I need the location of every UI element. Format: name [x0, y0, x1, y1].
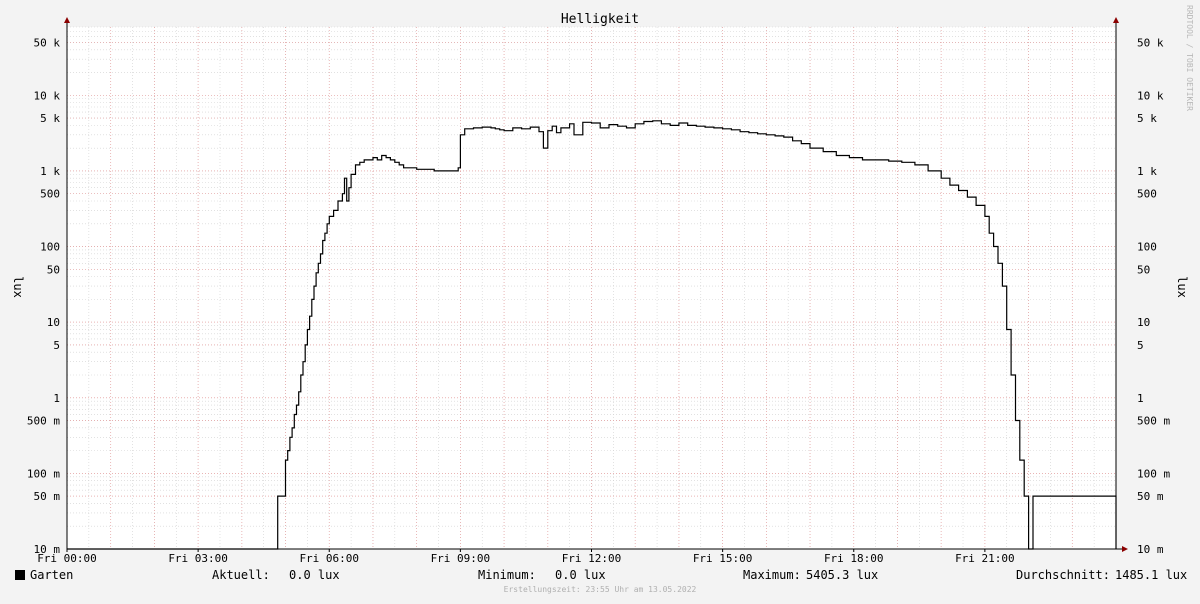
x-tick-label: Fri 06:00 [299, 552, 359, 565]
y-tick-label-left: 10 [47, 316, 60, 329]
x-tick-label: Fri 18:00 [824, 552, 884, 565]
y-tick-label-right: 10 [1137, 316, 1150, 329]
y-tick-label-right: 50 m [1137, 490, 1164, 503]
y-axis-arrow-left [64, 17, 70, 23]
legend-series-name: Garten [30, 568, 74, 582]
y-tick-label-right: 10 k [1137, 89, 1164, 102]
y-tick-label-left: 50 [47, 263, 60, 276]
x-tick-label: Fri 12:00 [562, 552, 622, 565]
x-tick-label: Fri 03:00 [168, 552, 228, 565]
y-tick-label-right: 1 k [1137, 165, 1157, 178]
x-tick-label: Fri 21:00 [955, 552, 1015, 565]
y-tick-label-right: 500 m [1137, 415, 1170, 428]
aktuell-value: 0.0 lux [289, 568, 340, 582]
durchschnitt-value: 1485.1 lux [1115, 568, 1188, 582]
y-tick-label-right: 1 [1137, 392, 1144, 405]
y-tick-label-right: 100 m [1137, 467, 1170, 480]
y-axis-label-right: lux [1175, 276, 1189, 298]
y-tick-label-right: 5 k [1137, 112, 1157, 125]
y-tick-label-right: 5 [1137, 339, 1144, 352]
y-tick-label-left: 50 k [34, 36, 61, 49]
y-tick-label-left: 5 k [40, 112, 60, 125]
y-tick-label-left: 10 k [34, 89, 61, 102]
y-tick-label-left: 1 k [40, 165, 60, 178]
y-tick-label-left: 1 [53, 392, 60, 405]
y-tick-label-left: 100 [40, 241, 60, 254]
x-tick-label: Fri 15:00 [693, 552, 753, 565]
y-tick-label-left: 5 [53, 339, 60, 352]
durchschnitt-label: Durchschnitt: [1016, 568, 1110, 582]
plot-area: 10 m 10 m50 m 50 m100 m 100 m500 m 500 m1 15 5… [27, 17, 1170, 565]
minimum-value: 0.0 lux [555, 568, 606, 582]
rrdtool-watermark: RRDTOOL / TOBI OETIKER [1185, 5, 1194, 111]
chart-title: Helligkeit [561, 12, 639, 27]
chart-window: Helligkeit lux lux RRDTOOL / TOBI OETIKE… [0, 0, 1200, 600]
y-tick-label-left: 50 m [34, 490, 61, 503]
y-tick-label-right: 50 [1137, 263, 1150, 276]
x-tick-label: Fri 00:00 [37, 552, 97, 565]
maximum-value: 5405.3 lux [806, 568, 879, 582]
x-axis-arrow [1122, 546, 1128, 552]
legend-swatch [15, 570, 25, 580]
y-tick-label-left: 100 m [27, 467, 60, 480]
footer-created: Erstellungszeit: 23:55 Uhr am 13.05.2022 [503, 585, 697, 594]
x-tick-label: Fri 09:00 [431, 552, 491, 565]
aktuell-label: Aktuell: [212, 568, 270, 582]
y-tick-label-right: 500 [1137, 188, 1157, 201]
chart-svg: Helligkeit lux lux RRDTOOL / TOBI OETIKE… [11, 5, 1194, 565]
y-tick-label-right: 100 [1137, 241, 1157, 254]
y-tick-label-left: 500 [40, 188, 60, 201]
y-axis-label-left: lux [11, 276, 25, 298]
y-tick-label-right: 50 k [1137, 36, 1164, 49]
minimum-label: Minimum: [478, 568, 536, 582]
y-tick-label-left: 500 m [27, 415, 60, 428]
maximum-label: Maximum: [743, 568, 801, 582]
y-tick-label-right: 10 m [1137, 543, 1164, 556]
y-axis-arrow-right [1113, 17, 1119, 23]
